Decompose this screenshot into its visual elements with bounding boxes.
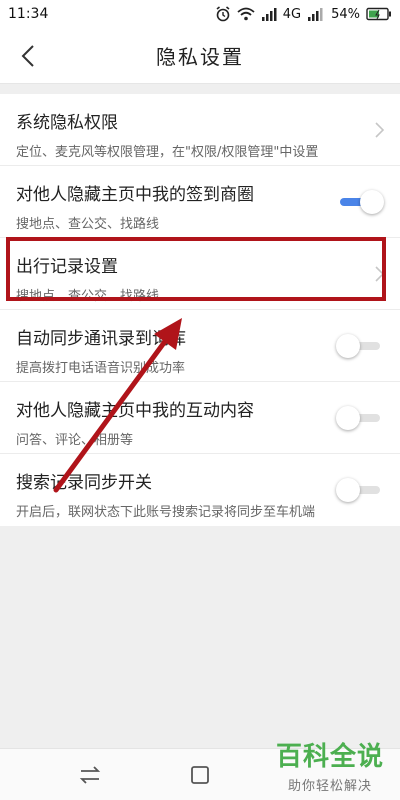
wifi-icon — [237, 7, 255, 21]
setting-subtitle: 搜地点、查公交、找路线 — [16, 289, 160, 304]
switch-apps-icon[interactable] — [78, 763, 102, 787]
battery-icon — [366, 7, 391, 21]
signal-icon — [308, 8, 323, 21]
setting-title: 系统隐私权限 — [16, 113, 118, 133]
setting-subtitle: 问答、评论、相册等 — [16, 433, 134, 448]
search-sync-toggle[interactable] — [336, 478, 386, 502]
page-title: 隐私设置 — [156, 45, 244, 69]
hide-checkin-toggle[interactable] — [336, 190, 386, 214]
chevron-right-icon — [375, 266, 385, 282]
setting-title: 自动同步通讯录到词库 — [16, 329, 186, 349]
setting-title: 对他人隐藏主页中我的签到商圈 — [16, 185, 254, 205]
setting-sync-contacts: 自动同步通讯录到词库 提高拨打电话语音识别成功率 — [0, 310, 400, 382]
setting-title: 搜索记录同步开关 — [16, 473, 152, 493]
battery-percent: 54% — [331, 6, 360, 22]
network-type: 4G — [282, 6, 302, 22]
setting-subtitle: 提高拨打电话语音识别成功率 — [16, 361, 186, 376]
screen: 11:34 4G 54% 隐私设置 系统隐私权限 定位、麦克风等权限管理，在"权… — [0, 0, 400, 800]
hide-interaction-toggle[interactable] — [336, 406, 386, 430]
setting-hide-checkin: 对他人隐藏主页中我的签到商圈 搜地点、查公交、找路线 — [0, 166, 400, 238]
setting-search-sync: 搜索记录同步开关 开启后，联网状态下此账号搜索记录将同步至车机端 — [0, 454, 400, 526]
status-time: 11:34 — [8, 6, 49, 22]
status-icons: 4G 54% — [215, 6, 392, 22]
watermark-subtitle: 助你轻松解决 — [287, 779, 372, 794]
sync-contacts-toggle[interactable] — [336, 334, 386, 358]
chevron-left-icon — [21, 45, 34, 67]
watermark-logo: 百科全说 助你轻松解决 — [276, 736, 384, 794]
signal-icon — [261, 8, 277, 21]
settings-list: 系统隐私权限 定位、麦克风等权限管理，在"权限/权限管理"中设置 对他人隐藏主页… — [0, 94, 400, 526]
status-bar: 11:34 4G 54% — [0, 0, 400, 28]
alarm-icon — [216, 6, 230, 22]
setting-title: 出行记录设置 — [16, 257, 118, 277]
setting-subtitle: 搜地点、查公交、找路线 — [16, 217, 160, 232]
toggle-knob — [336, 478, 360, 502]
toggle-knob — [336, 406, 360, 430]
setting-hide-interaction: 对他人隐藏主页中我的互动内容 问答、评论、相册等 — [0, 382, 400, 454]
setting-title: 对他人隐藏主页中我的互动内容 — [16, 401, 254, 421]
home-icon[interactable] — [188, 763, 212, 787]
setting-subtitle: 开启后，联网状态下此账号搜索记录将同步至车机端 — [16, 505, 316, 520]
setting-system-privacy[interactable]: 系统隐私权限 定位、麦克风等权限管理，在"权限/权限管理"中设置 — [0, 94, 400, 166]
toggle-knob — [336, 334, 360, 358]
toggle-knob — [360, 190, 384, 214]
watermark-title: 百科全说 — [275, 742, 384, 772]
back-button[interactable] — [12, 40, 44, 72]
setting-subtitle: 定位、麦克风等权限管理，在"权限/权限管理"中设置 — [16, 145, 319, 160]
setting-travel-record[interactable]: 出行记录设置 搜地点、查公交、找路线 — [0, 238, 400, 310]
chevron-right-icon — [375, 122, 385, 138]
header: 隐私设置 — [0, 28, 400, 84]
